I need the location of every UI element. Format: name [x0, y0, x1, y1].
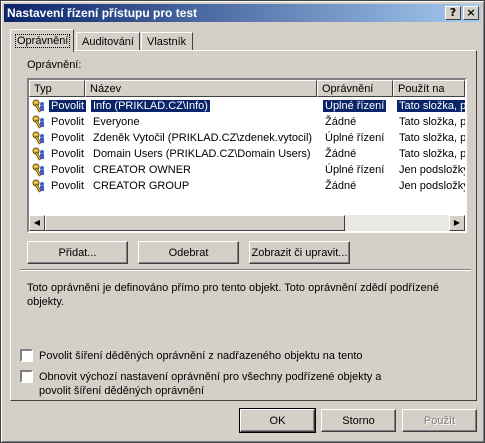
- scroll-thumb[interactable]: [45, 215, 345, 231]
- inherit-checkbox[interactable]: [20, 349, 33, 362]
- info-text: Toto oprávnění je definováno přímo pro t…: [27, 282, 439, 308]
- ok-button[interactable]: OK: [239, 408, 316, 433]
- row-apply-to: Tato složka, p: [399, 148, 465, 160]
- row-apply-to: Tato složka, p: [399, 132, 465, 144]
- row-type: Povolit: [51, 116, 85, 128]
- column-name[interactable]: Název: [85, 80, 317, 97]
- tab-auditing[interactable]: Auditování: [76, 32, 140, 51]
- list-item[interactable]: Povolit Zdeněk Vytočil (PRIKLAD.CZ\zdene…: [29, 130, 465, 146]
- tab-permissions-label: Oprávnění: [14, 34, 71, 48]
- reset-checkbox[interactable]: [20, 370, 33, 383]
- row-permission: Úplné řízení: [325, 132, 385, 144]
- row-permission: Žádné: [325, 148, 357, 160]
- list-item[interactable]: Povolit CREATOR OWNER Úplné řízení Jen p…: [29, 162, 465, 178]
- inherit-checkbox-row[interactable]: Povolit šíření děděných oprávnění z nadř…: [20, 349, 439, 363]
- row-name: Zdeněk Vytočil (PRIKLAD.CZ\zdenek.vytoci…: [93, 132, 313, 144]
- row-permission: Žádné: [325, 180, 357, 192]
- row-type: Povolit: [51, 180, 85, 192]
- column-type[interactable]: Typ: [29, 80, 85, 97]
- dialog-window: Nastavení řízení přístupu pro test ? × O…: [0, 0, 485, 443]
- row-type: Povolit: [51, 148, 85, 160]
- list-item[interactable]: Povolit Everyone Žádné Tato složka, p: [29, 114, 465, 130]
- window-title: Nastavení řízení přístupu pro test: [7, 6, 198, 20]
- column-permission[interactable]: Oprávnění: [317, 80, 393, 97]
- row-type: Povolit: [49, 100, 87, 112]
- cancel-button[interactable]: Storno: [321, 409, 396, 432]
- list-header: Typ Název Oprávnění Použít na: [29, 80, 465, 97]
- list-item[interactable]: Povolit Domain Users (PRIKLAD.CZ\Domain …: [29, 146, 465, 162]
- list-item[interactable]: Povolit CREATOR GROUP Žádné Jen podsložk…: [29, 178, 465, 194]
- row-type: Povolit: [51, 164, 85, 176]
- add-button[interactable]: Přidat...: [27, 241, 128, 264]
- key-user-icon: [32, 179, 44, 193]
- row-name: Everyone: [93, 116, 140, 128]
- tab-auditing-label: Auditování: [82, 36, 134, 48]
- tab-owner-label: Vlastník: [147, 36, 187, 48]
- permissions-list[interactable]: Typ Název Oprávnění Použít na Povolit In…: [27, 78, 467, 233]
- horizontal-scrollbar[interactable]: ◀ ▶: [29, 215, 465, 231]
- tab-owner[interactable]: Vlastník: [141, 32, 193, 51]
- close-button[interactable]: ×: [463, 6, 479, 20]
- row-apply-to: Tato složka, p: [399, 116, 465, 128]
- scroll-right-icon[interactable]: ▶: [449, 215, 465, 231]
- row-name: CREATOR OWNER: [93, 164, 191, 176]
- permissions-label: Oprávnění:: [27, 59, 82, 71]
- tab-permissions[interactable]: Oprávnění: [10, 29, 74, 52]
- remove-button[interactable]: Odebrat: [138, 241, 239, 264]
- key-user-icon: [32, 131, 44, 145]
- list-item[interactable]: Povolit Info (PRIKLAD.CZ\Info) Úplné říz…: [29, 98, 465, 114]
- reset-checkbox-row[interactable]: Obnovit výchozí nastavení oprávnění pro …: [20, 370, 399, 398]
- row-permission: Žádné: [325, 116, 357, 128]
- row-permission: Úplné řízení: [323, 100, 387, 112]
- row-name: CREATOR GROUP: [93, 180, 190, 192]
- row-apply-to: Tato složka, p: [397, 100, 465, 112]
- view-edit-button[interactable]: Zobrazit či upravit...: [249, 241, 350, 264]
- row-apply-to: Jen podsložky: [399, 180, 465, 192]
- divider: [20, 269, 471, 271]
- column-apply-to[interactable]: Použít na: [393, 80, 465, 97]
- row-type: Povolit: [51, 132, 85, 144]
- apply-button[interactable]: Použít: [402, 409, 477, 432]
- row-name: Domain Users (PRIKLAD.CZ\Domain Users): [93, 148, 311, 160]
- key-user-icon: [32, 99, 44, 113]
- key-user-icon: [32, 163, 44, 177]
- reset-checkbox-label: Obnovit výchozí nastavení oprávnění pro …: [39, 371, 382, 397]
- title-bar[interactable]: Nastavení řízení přístupu pro test ? ×: [4, 4, 481, 22]
- help-button[interactable]: ?: [445, 6, 461, 20]
- list-body: Povolit Info (PRIKLAD.CZ\Info) Úplné říz…: [29, 98, 465, 194]
- key-user-icon: [32, 147, 44, 161]
- scroll-left-icon[interactable]: ◀: [29, 215, 45, 231]
- row-permission: Úplné řízení: [325, 164, 385, 176]
- row-apply-to: Jen podsložky: [399, 164, 465, 176]
- inherit-checkbox-label: Povolit šíření děděných oprávnění z nadř…: [39, 350, 363, 362]
- row-name: Info (PRIKLAD.CZ\Info): [91, 100, 210, 112]
- key-user-icon: [32, 115, 44, 129]
